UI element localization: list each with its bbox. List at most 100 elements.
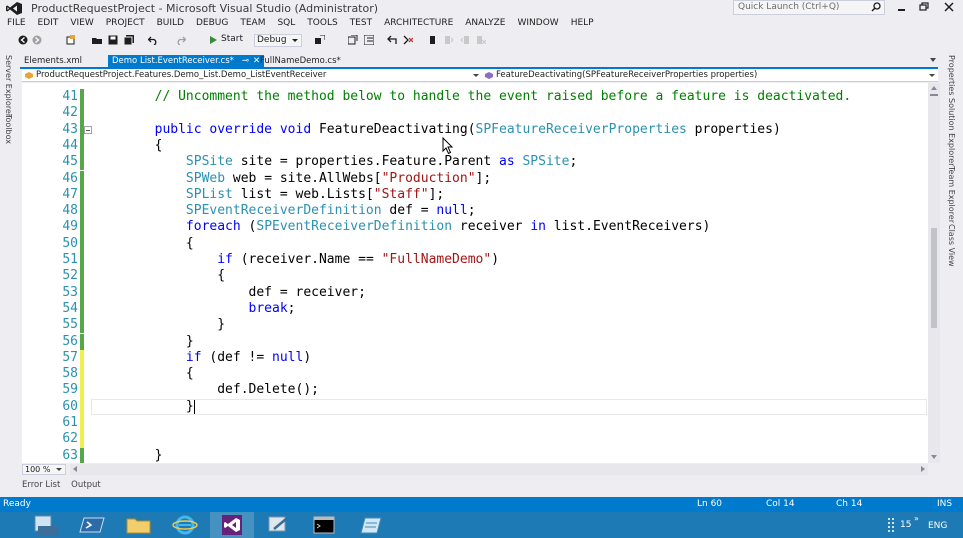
bottom-tool-tabs: Error List Output: [20, 479, 107, 491]
class-view-tab[interactable]: Class View: [947, 224, 956, 267]
code-line[interactable]: 43 public override void FeatureDeactivat…: [22, 121, 928, 138]
code-line[interactable]: 44 {: [22, 137, 928, 155]
editor-horizontal-scrollbar[interactable]: [70, 464, 928, 475]
menu-view[interactable]: VIEW: [64, 17, 99, 31]
code-line[interactable]: 60 }: [22, 398, 928, 415]
menu-tools[interactable]: TOOLS: [301, 17, 343, 31]
menu-architecture[interactable]: ARCHITECTURE: [378, 17, 459, 31]
code-line[interactable]: 63 }: [22, 447, 928, 463]
taskbar-command-prompt[interactable]: [302, 512, 346, 538]
scroll-up-icon[interactable]: [931, 86, 937, 90]
code-token: SPList: [92, 186, 233, 202]
input-language-indicator[interactable]: ENG: [928, 521, 947, 531]
code-line[interactable]: 61: [22, 415, 928, 432]
tab-fullnamedemo[interactable]: FullNameDemo.cs*: [256, 55, 345, 67]
tab-elements-xml[interactable]: Elements.xml: [20, 55, 86, 67]
taskbar-powershell[interactable]: [70, 512, 114, 538]
code-line[interactable]: 55 }: [22, 317, 928, 334]
type-navigation-select[interactable]: ProductRequestProject.Features.Demo_List…: [22, 69, 482, 82]
code-line[interactable]: 45 SPSite site = properties.Feature.Pare…: [22, 154, 928, 171]
new-project-icon[interactable]: [66, 35, 76, 45]
scroll-left-icon[interactable]: [73, 466, 77, 472]
undo-icon[interactable]: [148, 35, 158, 45]
code-line[interactable]: 47 SPList list = web.Lists["Staff"];: [22, 186, 928, 204]
code-line[interactable]: 52 {: [22, 268, 928, 285]
editor-vertical-scrollbar[interactable]: [928, 83, 940, 463]
code-line[interactable]: 46 SPWeb web = site.AllWebs["Production"…: [22, 170, 928, 187]
taskbar-server-manager[interactable]: [24, 512, 68, 538]
properties-tab[interactable]: Properties: [947, 55, 956, 95]
output-tab[interactable]: Output: [69, 479, 103, 491]
code-line[interactable]: 50 {: [22, 235, 928, 252]
scroll-right-icon[interactable]: [921, 466, 925, 472]
server-explorer-tab[interactable]: Server Explorer: [4, 55, 13, 117]
code-line[interactable]: 62: [22, 431, 928, 448]
code-line[interactable]: 56 }: [22, 333, 928, 350]
bookmark-icon[interactable]: [428, 35, 438, 45]
scroll-thumb[interactable]: [931, 228, 937, 328]
code-line[interactable]: 54 break;: [22, 300, 928, 318]
outline-collapse-icon[interactable]: [84, 125, 92, 134]
code-line[interactable]: 42: [22, 105, 928, 122]
solution-configuration-select[interactable]: Debug: [254, 34, 302, 47]
line-number: 52: [62, 268, 78, 284]
menu-help[interactable]: HELP: [565, 17, 600, 31]
menu-build[interactable]: BUILD: [151, 17, 190, 31]
menu-sql[interactable]: SQL: [271, 17, 301, 31]
code-line[interactable]: 58 {: [22, 366, 928, 383]
team-explorer-tab[interactable]: Team Explorer: [947, 166, 956, 223]
pin-icon[interactable]: ⊸: [242, 56, 249, 66]
save-all-icon[interactable]: [124, 35, 134, 45]
code-text: foreach (SPEventReceiverDefinition recei…: [92, 219, 710, 235]
scroll-down-icon[interactable]: [931, 455, 937, 459]
restore-icon[interactable]: [917, 1, 931, 13]
taskbar-file-explorer[interactable]: [117, 512, 161, 538]
menu-edit[interactable]: EDIT: [32, 17, 65, 31]
save-icon[interactable]: [108, 35, 118, 45]
minimize-icon[interactable]: [894, 1, 908, 13]
taskbar-sharepoint-config[interactable]: [256, 512, 300, 538]
tray-notification-count[interactable]: 15: [900, 520, 911, 530]
solution-explorer-toggle-icon[interactable]: [364, 35, 374, 45]
navigate-backward-icon[interactable]: [387, 35, 397, 45]
taskbar-internet-explorer[interactable]: [163, 512, 207, 538]
taskbar-visual-studio[interactable]: [210, 512, 254, 538]
menu-test[interactable]: TEST: [344, 17, 378, 31]
remove-bookmark-icon[interactable]: [403, 35, 413, 45]
back-icon[interactable]: [18, 35, 28, 45]
code-token: def = receiver;: [92, 284, 366, 300]
open-file-icon[interactable]: [92, 35, 102, 45]
close-icon[interactable]: [942, 1, 956, 13]
toolbox-tab[interactable]: Toolbox: [4, 114, 13, 144]
code-line[interactable]: 59 def.Delete();: [22, 382, 928, 399]
menu-file[interactable]: FILE: [0, 17, 32, 31]
code-line[interactable]: 41 // Uncomment the method below to hand…: [22, 89, 928, 106]
start-debug-icon[interactable]: [208, 35, 218, 45]
forward-icon[interactable]: [32, 35, 42, 45]
redo-icon[interactable]: [176, 35, 186, 45]
attach-process-icon[interactable]: [315, 35, 325, 45]
taskbar-notepad[interactable]: [349, 512, 393, 538]
menu-debug[interactable]: DEBUG: [190, 17, 234, 31]
menu-project[interactable]: PROJECT: [100, 17, 151, 31]
solution-explorer-tab[interactable]: Solution Explorer: [947, 98, 956, 166]
code-line[interactable]: 57 if (def != null): [22, 349, 928, 367]
tab-overflow-dropdown-icon[interactable]: [930, 58, 936, 62]
tab-demo-list-eventreceiver[interactable]: Demo List.EventReceiver.cs* ⊸ ✕: [108, 55, 265, 67]
menu-analyze[interactable]: ANALYZE: [459, 17, 511, 31]
splitter-icon[interactable]: [930, 94, 938, 96]
code-line[interactable]: 49 foreach (SPEventReceiverDefinition re…: [22, 219, 928, 236]
code-line[interactable]: 51 if (receiver.Name == "FullNameDemo"): [22, 252, 928, 269]
menu-window[interactable]: WINDOW: [511, 17, 564, 31]
zoom-level-select[interactable]: 100 %: [22, 464, 66, 475]
code-editor[interactable]: 41 // Uncomment the method below to hand…: [22, 83, 928, 463]
start-button[interactable]: Start: [221, 34, 243, 44]
quick-launch-input[interactable]: Quick Launch (Ctrl+Q): [733, 0, 885, 15]
menu-team[interactable]: TEAM: [234, 17, 271, 31]
find-in-files-icon[interactable]: [348, 35, 358, 45]
tray-overflow-icon[interactable]: »: [914, 514, 919, 523]
member-navigation-select[interactable]: FeatureDeactivating(SPFeatureReceiverPro…: [482, 69, 938, 82]
code-line[interactable]: 53 def = receiver;: [22, 284, 928, 301]
error-list-tab[interactable]: Error List: [20, 479, 62, 491]
code-line[interactable]: 48 SPEventReceiverDefinition def = null;: [22, 203, 928, 220]
